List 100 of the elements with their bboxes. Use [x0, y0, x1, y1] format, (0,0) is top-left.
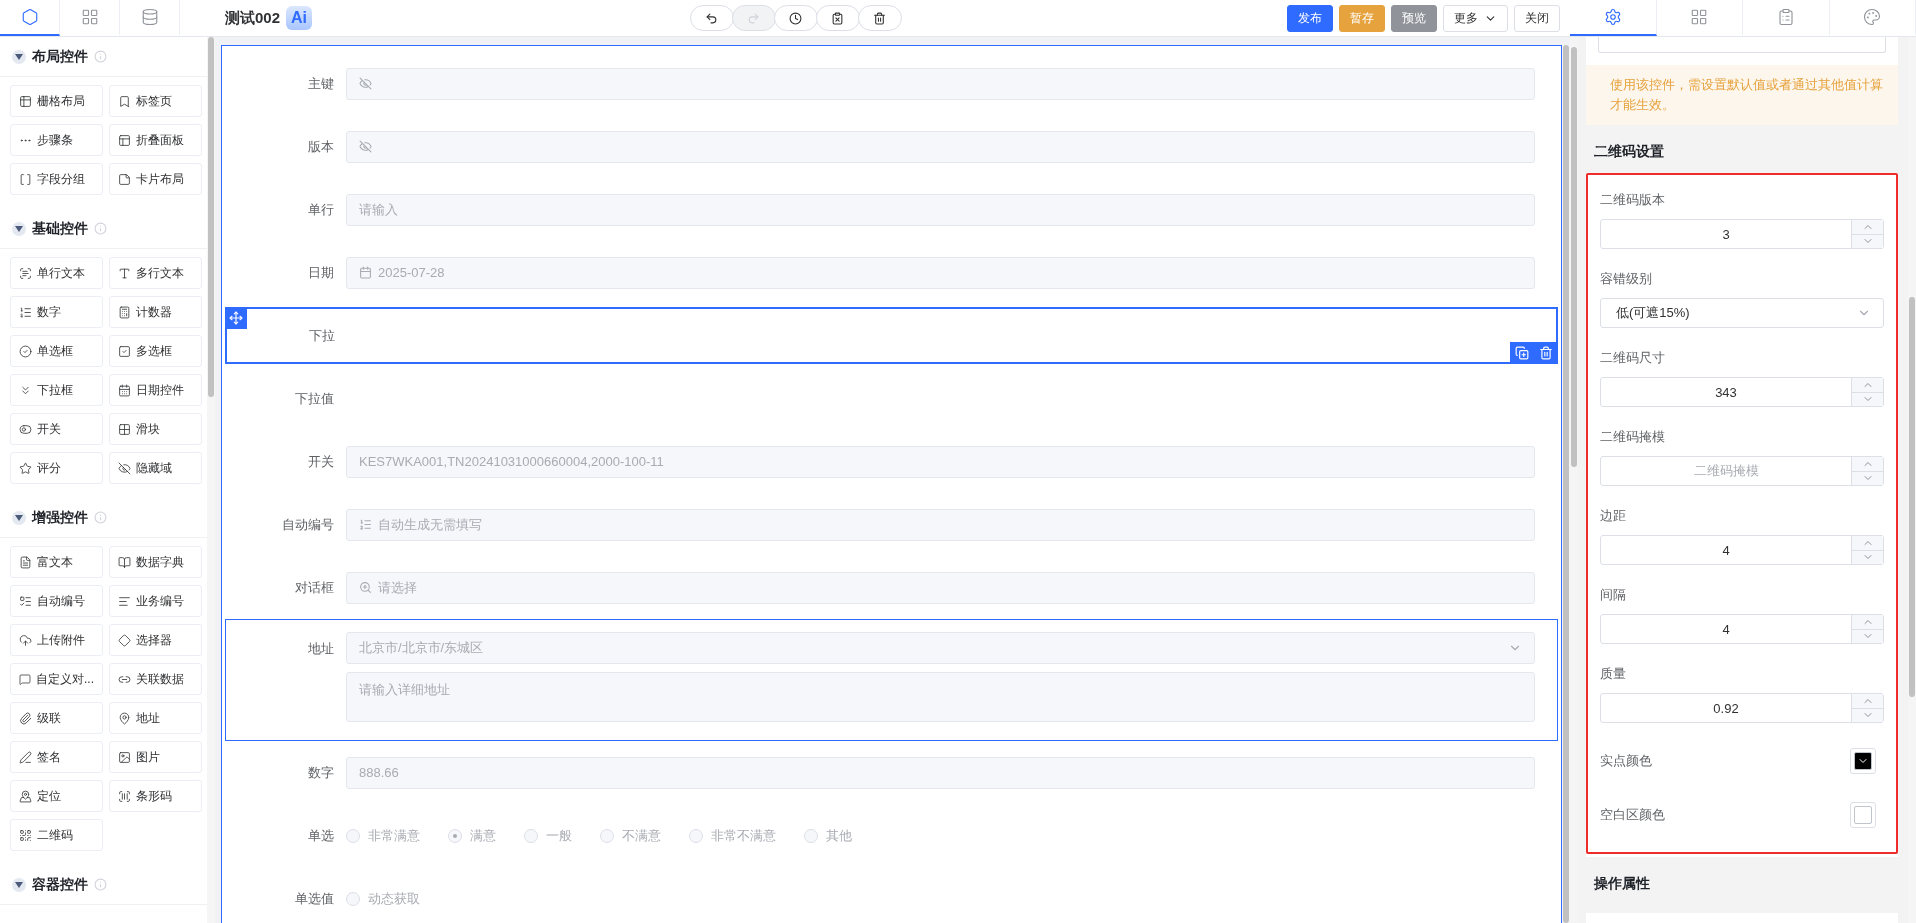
calendar-icon [118, 383, 131, 397]
widget-item[interactable]: 关联数据 [109, 663, 202, 695]
widget-item[interactable]: 数据字典 [109, 546, 202, 578]
group-title: 基础控件 [32, 219, 88, 238]
widget-item[interactable]: 多选框 [109, 335, 202, 367]
radio-circle[interactable] [346, 828, 360, 843]
widget-item[interactable]: 地址 [109, 702, 202, 734]
move-handle-icon[interactable] [225, 307, 247, 329]
field-placeholder: 请选择 [378, 578, 417, 597]
radio-circle[interactable] [689, 828, 703, 843]
setting-label: 实点颜色 [1600, 752, 1652, 770]
number-input[interactable]: 3 [1600, 219, 1884, 249]
number-input[interactable]: 343 [1600, 377, 1884, 407]
scrollbar-thumb[interactable] [1571, 47, 1577, 467]
text-scan-icon [19, 266, 32, 280]
widget-item[interactable]: 步骤条 [10, 124, 103, 156]
widget-item[interactable]: 级联 [10, 702, 103, 734]
widget-item[interactable]: 选择器 [109, 624, 202, 656]
widget-item[interactable]: 计数器 [109, 296, 202, 328]
widget-label: 隐藏域 [136, 459, 172, 477]
widget-label: 栅格布局 [37, 92, 85, 110]
map-pin-icon [19, 789, 32, 803]
settings-icon [1603, 8, 1622, 26]
widget-item[interactable]: 单行文本 [10, 257, 103, 289]
date-value: 2025-07-28 [378, 265, 445, 280]
widget-item[interactable]: 折叠面板 [109, 124, 202, 156]
widget-item[interactable]: 签名 [10, 741, 103, 773]
scrollbar-thumb[interactable] [208, 37, 214, 397]
caret-icon[interactable] [12, 510, 26, 525]
selected-row[interactable]: 下拉 [225, 307, 1558, 364]
widget-item[interactable]: 标签页 [109, 85, 202, 117]
caret-icon[interactable] [12, 877, 26, 892]
widget-item[interactable]: 评分 [10, 452, 103, 484]
widget-item[interactable]: 数字 [10, 296, 103, 328]
widget-item[interactable]: 开关 [10, 413, 103, 445]
info-icon [94, 878, 107, 891]
widget-item[interactable]: 定位 [10, 780, 103, 812]
widget-item[interactable]: 二维码 [10, 819, 103, 851]
star-icon [19, 461, 32, 475]
section-title: 操作属性 [1593, 874, 1651, 894]
setting-label: 二维码掩模 [1600, 428, 1666, 446]
history-button[interactable] [857, 5, 902, 31]
align-icon [118, 594, 131, 608]
widget-item[interactable]: 业务编号 [109, 585, 202, 617]
widget-label: 选择器 [136, 631, 172, 649]
widget-label: 日期控件 [136, 381, 184, 399]
history-button[interactable] [815, 5, 860, 31]
widget-label: 条形码 [136, 787, 172, 805]
widget-item[interactable]: 隐藏域 [109, 452, 202, 484]
number-input[interactable]: 4 [1600, 614, 1884, 644]
widget-item[interactable]: 下拉框 [10, 374, 103, 406]
widget-label: 单行文本 [37, 264, 85, 282]
widget-item[interactable]: 自定义对... [10, 663, 103, 695]
setting-label: 二维码版本 [1600, 191, 1666, 209]
widget-item[interactable]: 字段分组 [10, 163, 103, 195]
radio-circle[interactable] [448, 828, 462, 843]
widget-label: 单选框 [37, 342, 73, 360]
widget-item[interactable]: 滑块 [109, 413, 202, 445]
widget-item[interactable]: 富文本 [10, 546, 103, 578]
scrollbar-thumb[interactable] [1563, 45, 1569, 923]
action-button[interactable]: 发布 [1287, 4, 1333, 32]
action-button[interactable]: 更多 [1443, 4, 1508, 32]
widget-item[interactable]: 日期控件 [109, 374, 202, 406]
barcode-icon [118, 789, 131, 803]
widget-item[interactable]: 单选框 [10, 335, 103, 367]
widget-label: 级联 [37, 709, 61, 727]
info-icon [94, 50, 107, 63]
grid-icon [118, 422, 131, 436]
list-icon [19, 594, 32, 608]
widget-item[interactable]: 条形码 [109, 780, 202, 812]
image-icon [118, 750, 131, 764]
field-label: 下拉 [308, 326, 336, 345]
number-input[interactable]: 4 [1600, 535, 1884, 565]
history-button[interactable] [773, 5, 818, 31]
caret-icon[interactable] [12, 221, 26, 236]
widget-label: 上传附件 [37, 631, 85, 649]
widget-item[interactable]: 卡片布局 [109, 163, 202, 195]
widget-item[interactable]: 上传附件 [10, 624, 103, 656]
widget-item[interactable]: 图片 [109, 741, 202, 773]
scrollbar-thumb[interactable] [1909, 297, 1915, 697]
widget-item[interactable]: 栅格布局 [10, 85, 103, 117]
field-label: 单选 [307, 826, 335, 845]
type-icon [118, 266, 131, 280]
number-input[interactable]: 0.92 [1600, 693, 1884, 723]
radio-circle[interactable] [804, 828, 818, 843]
clipboard-icon [831, 11, 844, 25]
widget-label: 图片 [136, 748, 160, 766]
history-button[interactable] [689, 5, 734, 31]
palette-icon [1863, 8, 1882, 26]
widget-item[interactable]: 多行文本 [109, 257, 202, 289]
widget-item[interactable]: 自动编号 [10, 585, 103, 617]
radio-circle[interactable] [600, 828, 614, 843]
select-input[interactable]: 低(可遮15%) [1600, 298, 1884, 328]
radio-circle[interactable] [524, 828, 538, 843]
undo-icon [705, 11, 718, 25]
caret-icon[interactable] [12, 49, 26, 64]
action-button[interactable]: 关闭 [1514, 4, 1560, 32]
field-label: 地址 [307, 640, 335, 658]
qr-code-icon [19, 828, 32, 842]
radio-circle[interactable] [346, 891, 360, 906]
